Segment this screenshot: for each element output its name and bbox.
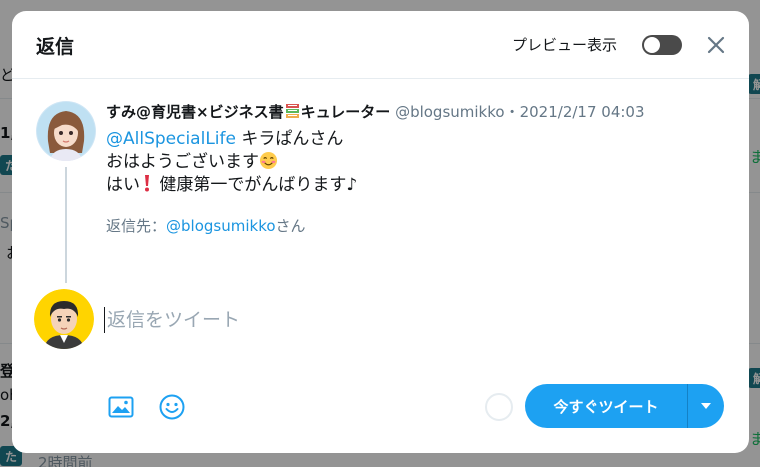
preview-toggle[interactable] bbox=[642, 35, 682, 55]
author-avatar[interactable] bbox=[36, 101, 96, 161]
emoji-button[interactable] bbox=[154, 389, 190, 425]
author-name-part2: キュレーター bbox=[300, 103, 391, 121]
schedule-dropdown-button[interactable] bbox=[688, 384, 724, 428]
tweet-line-1: @AllSpecialLife キラぱんさん bbox=[106, 128, 706, 151]
tweet-line-1-text: キラぱんさん bbox=[235, 129, 344, 149]
mention-link[interactable]: @AllSpecialLife bbox=[106, 129, 236, 149]
exclamation-icon bbox=[145, 175, 149, 192]
tweet-line-2-text: おはようございます bbox=[106, 152, 259, 172]
author-name[interactable]: すみ@育児書×ビジネス書 キュレーター bbox=[106, 103, 390, 121]
thread-line bbox=[65, 167, 67, 283]
tweet-button-group: 今すぐツイート bbox=[525, 384, 724, 428]
tweet-line-3: はい 健康第一でがんばります♪ bbox=[106, 174, 706, 197]
preview-label: プレビュー表示 bbox=[512, 36, 618, 54]
modal-title: 返信 bbox=[36, 36, 75, 58]
reply-to-suffix: さん bbox=[275, 217, 306, 235]
character-counter bbox=[485, 393, 513, 421]
reply-to: 返信先：@blogsumikkoさん bbox=[106, 215, 306, 236]
media-button[interactable] bbox=[103, 389, 139, 425]
tweet-body: @AllSpecialLife キラぱんさん おはようございます はい 健康第一… bbox=[106, 128, 706, 197]
author-handle[interactable]: @blogsumikko bbox=[395, 103, 505, 121]
tweet-now-button[interactable]: 今すぐツイート bbox=[525, 384, 687, 428]
tweet-line-3-text-b: 健康第一でがんばります♪ bbox=[154, 175, 358, 195]
emoji-icon bbox=[159, 394, 185, 420]
modal-header: 返信 プレビュー表示 bbox=[12, 11, 749, 79]
smiling-face-icon bbox=[259, 151, 278, 170]
tweet-line-3-text-a: はい bbox=[106, 175, 140, 195]
books-icon bbox=[285, 104, 299, 118]
caret-down-icon bbox=[701, 403, 711, 409]
reply-to-handle[interactable]: @blogsumikko bbox=[166, 217, 276, 235]
author-name-part1: すみ@育児書×ビジネス書 bbox=[106, 103, 284, 121]
tweet-line-2: おはようございます bbox=[106, 151, 706, 174]
close-icon bbox=[707, 36, 725, 54]
close-button[interactable] bbox=[700, 29, 732, 61]
user-avatar[interactable] bbox=[34, 289, 94, 349]
tweet-header: すみ@育児書×ビジネス書 キュレーター @blogsumikko・2021/2/1… bbox=[106, 102, 726, 122]
reply-modal: 返信 プレビュー表示 すみ@育児書×ビジネス書 キュレーター @blogsumik… bbox=[12, 11, 749, 453]
tweet-date[interactable]: 2021/2/17 04:03 bbox=[520, 103, 645, 121]
reply-to-prefix: 返信先： bbox=[106, 217, 167, 235]
meta-separator: ・ bbox=[504, 103, 520, 121]
image-icon bbox=[108, 396, 134, 418]
reply-input[interactable]: 返信をツイート bbox=[104, 307, 704, 333]
toggle-knob bbox=[644, 37, 660, 53]
